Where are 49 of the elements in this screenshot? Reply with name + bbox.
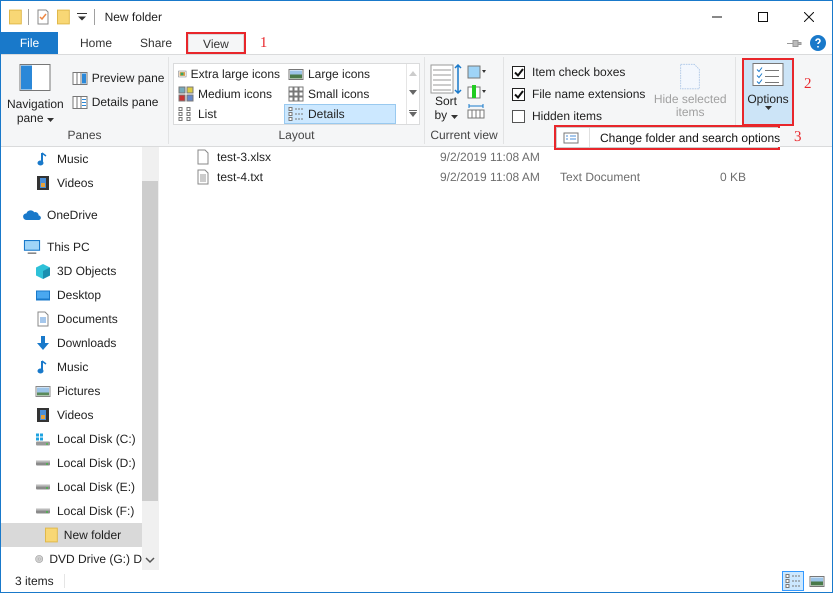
layout-option[interactable]: Extra large icons: [174, 64, 284, 84]
navigation-pane-button[interactable]: Navigation pane: [5, 61, 66, 128]
nav-item[interactable]: 3D Objects: [1, 259, 142, 283]
date-cell-text: 9/2/2019 11:08 AM: [440, 170, 541, 184]
type-cell-text: Text Document: [560, 170, 642, 184]
nav-item[interactable]: New folder: [1, 523, 142, 547]
window-title: New folder: [104, 10, 163, 24]
ribbon-tab[interactable]: File: [1, 32, 58, 54]
nav-item[interactable]: Local Disk (E:): [1, 475, 142, 499]
annotation-number: 1: [260, 34, 268, 52]
size-cell-text: 0 KB: [718, 170, 746, 184]
nav-item[interactable]: Pictures: [1, 379, 142, 403]
annotation-number: 3: [794, 129, 802, 146]
layout-option[interactable]: Large icons: [284, 64, 396, 84]
nav-item[interactable]: This PC: [1, 235, 142, 259]
nav-item[interactable]: Downloads: [1, 331, 142, 355]
group-label: Current view: [430, 128, 498, 142]
nav-item[interactable]: Videos: [1, 403, 142, 427]
layout-option[interactable]: List: [174, 104, 284, 124]
ribbon-tab[interactable]: Home: [66, 32, 126, 54]
group-label: Layout: [278, 128, 315, 142]
nav-item[interactable]: Local Disk (D:): [1, 451, 142, 475]
nav-item[interactable]: Videos: [1, 171, 142, 195]
ribbon-tab[interactable]: Share: [126, 32, 186, 54]
layout-option[interactable]: Details: [284, 104, 396, 124]
file-name[interactable]: test-4.txt: [195, 169, 264, 185]
nav-item[interactable]: Local Disk (F:): [1, 499, 142, 523]
pane-button[interactable]: Preview pane: [70, 69, 166, 87]
nav-item[interactable]: Local Disk (C:): [1, 427, 142, 451]
layout-option[interactable]: Medium icons: [174, 84, 284, 104]
group-label: Panes: [67, 128, 102, 142]
checkbox-label: Hidden items: [532, 109, 602, 123]
nav-item[interactable]: Music: [1, 147, 142, 171]
checkbox-label: File name extensions: [532, 87, 646, 101]
layout-option[interactable]: Small icons: [284, 84, 396, 104]
ribbon-tab[interactable]: View: [188, 34, 244, 52]
item-count: 3 items: [15, 574, 65, 588]
checkbox-label: Item check boxes: [532, 65, 626, 79]
nav-item[interactable]: Desktop: [1, 283, 142, 307]
options-button[interactable]: Options: [744, 60, 792, 124]
nav-item[interactable]: Music: [1, 355, 142, 379]
pane-button[interactable]: Details pane: [70, 93, 166, 111]
nav-item[interactable]: Documents: [1, 307, 142, 331]
sort-by-button[interactable]: Sort by: [429, 61, 463, 128]
nav-item[interactable]: DVD Drive (G:) D: [1, 547, 142, 570]
file-name[interactable]: test-3.xlsx: [195, 149, 272, 165]
date-cell-text: 9/2/2019 11:08 AM: [440, 150, 541, 164]
annotation-number: 2: [804, 76, 812, 93]
nav-item[interactable]: OneDrive: [1, 203, 142, 227]
